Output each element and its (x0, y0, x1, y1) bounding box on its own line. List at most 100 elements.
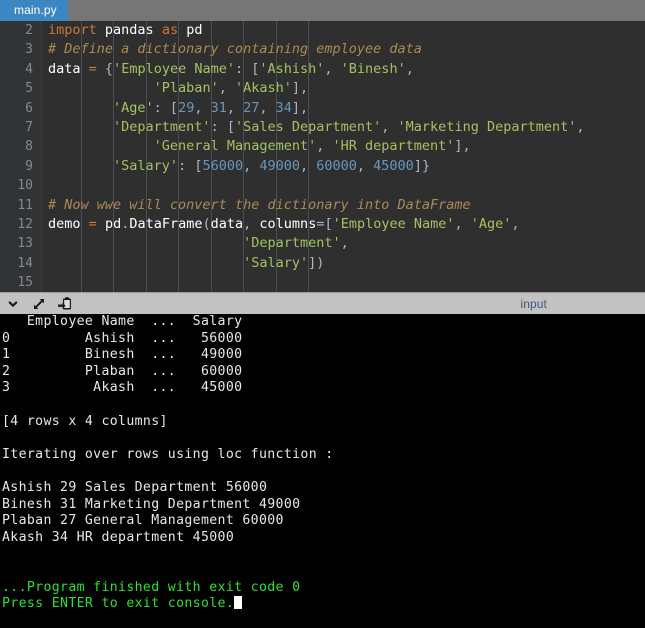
code-line[interactable]: 14 'Salary']) (0, 254, 645, 273)
code-token: 'Employee Name' (332, 215, 455, 232)
code-token: 'Ashish' (259, 60, 325, 77)
tab-bar-empty-area (68, 0, 645, 21)
code-token: , (381, 118, 398, 135)
code-editor[interactable]: 2 import pandas as pd 3 # Define a dictiona… (0, 21, 645, 292)
code-token: = (88, 215, 97, 232)
expand-arrows-icon[interactable] (26, 293, 52, 315)
code-line[interactable]: 4 data = {'Employee Name': ['Ashish', 'Bi… (0, 60, 645, 79)
code-line[interactable]: 13 'Department', (0, 234, 645, 253)
code-token: # Define a dictionary containing employe… (48, 41, 422, 58)
console-line: Ashish 29 Sales Department 56000 (2, 479, 268, 495)
code-line[interactable]: 11 # Now wwe will convert the dictionary … (0, 196, 645, 215)
line-number: 8 (25, 139, 33, 155)
code-token: ], (454, 138, 471, 155)
code-token: = (88, 60, 97, 77)
code-line-text: 'Salary': [56000, 49000, 60000, 45000]} (48, 157, 430, 176)
code-line-text: 'General Management', 'HR department'], (48, 137, 471, 156)
code-line-text: 'Department': ['Sales Department', 'Mark… (48, 118, 585, 137)
code-line[interactable]: 12 demo = pd.DataFrame(data, columns=['Em… (0, 215, 645, 234)
code-token: , (300, 157, 317, 174)
code-line-text: 'Age': [29, 31, 27, 34], (48, 99, 308, 118)
code-line[interactable]: 9 'Salary': [56000, 49000, 60000, 45000]… (0, 157, 645, 176)
code-token: , (576, 118, 585, 135)
paste-clipboard-icon[interactable] (52, 293, 78, 315)
code-token: , (218, 80, 235, 97)
code-token: 'General Management' (153, 138, 317, 155)
code-token: , (194, 99, 211, 116)
code-line[interactable]: 15 (0, 273, 645, 292)
console-line: 3 Akash ... 45000 (2, 380, 243, 396)
code-token: ], (291, 80, 309, 97)
console-line: 2 Plaban ... 60000 (2, 363, 243, 379)
console-line: Binesh 31 Marketing Department 49000 (2, 496, 301, 512)
code-line-text: import pandas as pd (48, 21, 203, 40)
code-token: 'Age' (113, 99, 154, 116)
code-token: , (243, 157, 260, 174)
line-number: 2 (25, 23, 33, 38)
code-token: ], (291, 99, 309, 116)
console-prompt-line[interactable]: Press ENTER to exit console. (0, 596, 645, 613)
code-line[interactable]: 6 'Age': [29, 31, 27, 34], (0, 99, 645, 118)
line-number: 13 (17, 236, 33, 252)
line-number: 7 (25, 119, 33, 135)
code-token: { (96, 60, 114, 77)
code-line[interactable]: 8 'General Management', 'HR department']… (0, 137, 645, 156)
code-token: 49000 (259, 157, 300, 174)
code-token: 34 (275, 99, 292, 116)
code-line-text: data = {'Employee Name': ['Ashish', 'Bin… (48, 60, 414, 79)
code-token: 27 (243, 99, 260, 116)
code-token: 'Akash' (234, 80, 292, 97)
code-token: 'Marketing Department' (397, 118, 577, 135)
ide-window: main.py 2 import pandas as pd 3 # Define a … (0, 0, 645, 628)
code-line[interactable]: 2 import pandas as pd (0, 21, 645, 40)
code-line-text: # Define a dictionary containing employe… (48, 40, 422, 59)
code-line[interactable]: 7 'Department': ['Sales Department', 'Ma… (0, 118, 645, 137)
line-number: 10 (17, 178, 33, 194)
code-token: : [ (178, 157, 203, 174)
console-line: Akash 34 HR department 45000 (2, 529, 235, 545)
code-token: 'Department' (243, 235, 341, 252)
code-token: pd (104, 215, 122, 232)
code-token: , (340, 235, 349, 252)
console-output[interactable]: Employee Name ... Salary 0 Ashish ... 560… (0, 314, 645, 628)
code-line-text: 'Salary']) (48, 254, 324, 273)
editor-tab-label: main.py (14, 3, 57, 17)
editor-tab-main-py[interactable]: main.py (0, 0, 68, 21)
code-token: , (511, 215, 520, 232)
code-token: 'Department' (113, 118, 211, 135)
code-line-text: # Now wwe will convert the dictionary in… (48, 196, 471, 215)
console-line: [4 rows x 4 columns] (2, 413, 168, 429)
code-token: 56000 (202, 157, 244, 174)
chevron-down-icon[interactable] (0, 293, 26, 315)
code-token: ( (202, 215, 211, 232)
code-token: # Now wwe will convert the dictionary in… (48, 196, 471, 213)
code-token: , (454, 215, 471, 232)
code-token: , (243, 215, 260, 232)
line-number: 12 (17, 216, 33, 232)
code-line[interactable]: 5 'Plaban', 'Akash'], (0, 79, 645, 98)
line-number: 9 (25, 158, 33, 174)
code-token: 60000 (316, 157, 357, 174)
line-number: 3 (25, 42, 33, 58)
code-token: , (316, 138, 333, 155)
code-line[interactable]: 10 (0, 176, 645, 195)
code-token: DataFrame (129, 215, 203, 232)
console-line: ...Program finished with exit code 0 (2, 579, 301, 595)
code-line[interactable]: 3 # Define a dictionary containing employ… (0, 40, 645, 59)
line-number: 11 (17, 197, 33, 213)
